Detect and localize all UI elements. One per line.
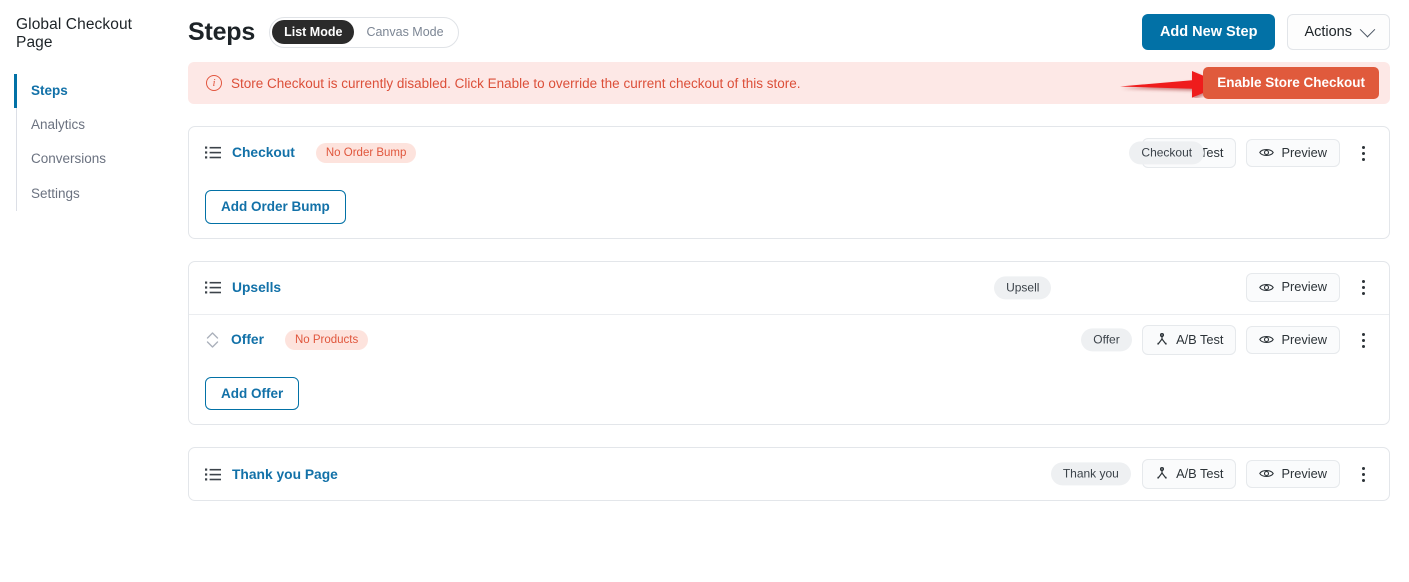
step-type-pill: Thank you (1050, 462, 1131, 486)
view-mode-toggle[interactable]: List Mode Canvas Mode (269, 16, 459, 48)
sidebar-item-steps[interactable]: Steps (14, 74, 188, 109)
ab-test-button[interactable]: A/B Test (1142, 459, 1237, 489)
table-row[interactable]: Thank you Page Thank you A/B Test Previe… (189, 448, 1389, 500)
notice-message: Store Checkout is currently disabled. Cl… (231, 75, 801, 91)
kebab-menu-icon[interactable] (1352, 140, 1374, 166)
eye-icon (1259, 149, 1275, 157)
ab-test-label: A/B Test (1176, 465, 1224, 481)
step-type-pill: Upsell (994, 275, 1052, 300)
table-row[interactable]: Upsells Upsell Preview (189, 262, 1389, 314)
status-badge: No Order Bump (315, 142, 417, 164)
sidebar-item-label: Steps (31, 83, 68, 98)
row-actions: A/B Test Preview (1142, 325, 1374, 355)
card-footer: Add Offer (189, 366, 1389, 425)
add-order-bump-button[interactable]: Add Order Bump (205, 190, 346, 224)
preview-button[interactable]: Preview (1246, 459, 1340, 489)
add-offer-button[interactable]: Add Offer (205, 376, 300, 410)
eye-icon (1259, 336, 1275, 344)
preview-button[interactable]: Preview (1246, 273, 1340, 302)
step-type-pill: Checkout (1129, 141, 1205, 165)
step-name-link[interactable]: Checkout (232, 145, 295, 160)
enable-store-checkout-button[interactable]: Enable Store Checkout (1203, 67, 1379, 99)
step-card-checkout: Checkout No Order Bump Checkout Test Pre… (188, 126, 1390, 239)
list-icon (205, 146, 221, 159)
preview-label: Preview (1281, 144, 1327, 160)
row-middle: Upsell (281, 262, 1246, 314)
step-name-link[interactable]: Upsells (232, 280, 281, 295)
row-actions: Preview (1246, 273, 1374, 302)
sidebar: Global Checkout Page Steps Analytics Con… (0, 0, 188, 582)
step-name-link[interactable]: Thank you Page (232, 467, 338, 482)
preview-label: Preview (1281, 331, 1327, 347)
ab-test-button[interactable]: A/B Test (1142, 325, 1237, 355)
kebab-menu-icon[interactable] (1352, 274, 1374, 300)
page-title: Steps (188, 17, 256, 46)
step-type-pill: Offer (1081, 328, 1132, 352)
list-icon (205, 468, 221, 480)
actions-dropdown-button[interactable]: Actions (1287, 13, 1390, 51)
sidebar-item-label: Analytics (31, 117, 86, 133)
sidebar-item-label: Conversions (31, 151, 107, 167)
preview-button[interactable]: Preview (1246, 138, 1340, 168)
preview-label: Preview (1281, 465, 1327, 481)
kebab-menu-icon[interactable] (1352, 461, 1374, 487)
sort-updown-icon (206, 332, 219, 348)
status-badge: No Products (284, 329, 369, 351)
table-row[interactable]: Checkout No Order Bump Checkout Test Pre… (189, 127, 1389, 179)
eye-icon (1259, 284, 1275, 291)
row-middle: Offer (368, 315, 1142, 366)
eye-icon (1259, 470, 1275, 478)
mode-option-list[interactable]: List Mode (272, 20, 355, 44)
chevron-down-icon (1359, 21, 1376, 37)
row-lead: Thank you Page (205, 467, 338, 482)
info-circle-icon: i (206, 75, 222, 91)
page-header: Steps List Mode Canvas Mode Add New Step… (188, 0, 1390, 62)
row-lead: Offer No Products (205, 329, 369, 351)
header-actions: Add New Step Actions (1141, 13, 1390, 51)
main-content: Steps List Mode Canvas Mode Add New Step… (188, 0, 1409, 582)
sidebar-item-label: Settings (31, 185, 80, 201)
kebab-menu-icon[interactable] (1352, 327, 1374, 353)
preview-label: Preview (1281, 279, 1327, 295)
ab-test-split-icon (1157, 333, 1168, 345)
ab-test-label: A/B Test (1176, 331, 1224, 347)
store-checkout-disabled-notice: i Store Checkout is currently disabled. … (188, 62, 1390, 104)
row-middle: Thank you (338, 448, 1142, 500)
sidebar-title: Global Checkout Page (16, 16, 133, 51)
mode-option-canvas[interactable]: Canvas Mode (354, 20, 455, 44)
sidebar-nav: Steps Analytics Conversions Settings (14, 74, 188, 211)
row-middle: Checkout (416, 127, 1205, 179)
card-footer: Add Order Bump (189, 179, 1389, 238)
list-icon (205, 281, 221, 294)
sidebar-item-settings[interactable]: Settings (17, 177, 188, 211)
row-actions: A/B Test Preview (1142, 459, 1374, 489)
sidebar-item-analytics[interactable]: Analytics (17, 108, 188, 142)
step-card-thank-you: Thank you Page Thank you A/B Test Previe… (188, 447, 1390, 501)
app-root: Global Checkout Page Steps Analytics Con… (0, 0, 1409, 582)
step-card-upsells: Upsells Upsell Preview Offer No Products… (188, 260, 1390, 425)
table-row[interactable]: Offer No Products Offer A/B Test Preview (189, 313, 1389, 366)
row-lead: Upsells (205, 280, 281, 295)
step-name-link[interactable]: Offer (231, 332, 264, 347)
add-new-step-button[interactable]: Add New Step (1141, 13, 1276, 51)
ab-test-split-icon (1157, 467, 1168, 479)
actions-label: Actions (1304, 23, 1352, 40)
sidebar-item-conversions[interactable]: Conversions (17, 142, 188, 176)
preview-button[interactable]: Preview (1246, 325, 1340, 355)
row-lead: Checkout No Order Bump (205, 142, 417, 164)
